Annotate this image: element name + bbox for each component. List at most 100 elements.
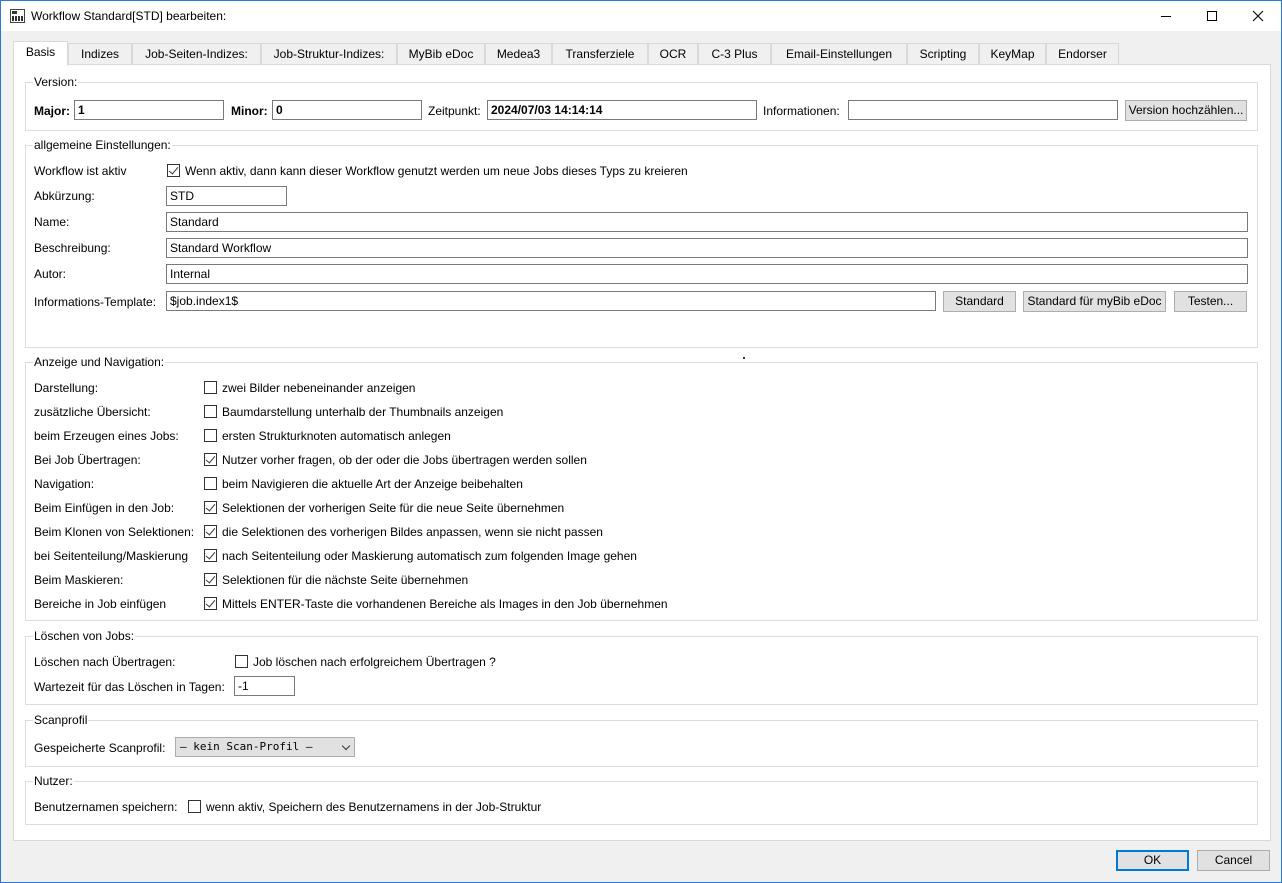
standard-mybib-button[interactable]: Standard für myBib eDoc — [1023, 291, 1166, 312]
display-row-label: Beim Einfügen in den Job: — [34, 501, 175, 515]
info-template-label: Informations-Template: — [34, 295, 157, 309]
display-row-checkbox[interactable] — [204, 549, 217, 562]
info-template-field[interactable]: $job.index1$ — [166, 291, 936, 311]
display-row-label: beim Erzeugen eines Jobs: — [34, 429, 179, 443]
tab-mybib-edoc[interactable]: MyBib eDoc — [397, 43, 485, 65]
standard-button[interactable]: Standard — [943, 291, 1016, 312]
tab-scripting[interactable]: Scripting — [907, 43, 979, 65]
display-row-label: zusätzliche Übersicht: — [34, 405, 151, 419]
minor-label: Minor: — [231, 104, 268, 118]
display-row-checkbox[interactable] — [204, 573, 217, 586]
display-row-text: beim Navigieren die aktuelle Art der Anz… — [222, 477, 523, 491]
tab-basis[interactable]: Basis — [13, 41, 68, 66]
delete-group-label: Löschen von Jobs: — [33, 629, 136, 643]
workflow-active-checkbox[interactable] — [167, 164, 180, 177]
scanprofile-selected: – kein Scan-Profil – — [180, 740, 313, 753]
scanprofile-label: Gespeicherte Scanprofil: — [34, 741, 166, 755]
workflow-active-text: Wenn aktiv, dann kann dieser Workflow ge… — [185, 164, 688, 178]
display-row-text: zwei Bilder nebeneinander anzeigen — [222, 381, 416, 395]
tab-transferziele[interactable]: Transferziele — [552, 43, 648, 65]
name-label: Name: — [34, 215, 70, 229]
display-row-text: Baumdarstellung unterhalb der Thumbnails… — [222, 405, 504, 419]
author-field[interactable]: Internal — [166, 264, 1248, 284]
general-group-label: allgemeine Einstellungen: — [33, 138, 172, 152]
abbreviation-label: Abkürzung: — [34, 189, 95, 203]
display-row-checkbox[interactable] — [204, 405, 217, 418]
user-group-label: Nutzer: — [33, 774, 74, 788]
tab-indizes[interactable]: Indizes — [68, 43, 132, 65]
save-username-checkbox[interactable] — [188, 800, 201, 813]
major-label: Major: — [34, 104, 70, 118]
title-bar: Workflow Standard[STD] bearbeiten: — [1, 1, 1281, 31]
save-username-label: Benutzernamen speichern: — [34, 800, 178, 814]
maximize-button[interactable] — [1189, 1, 1235, 31]
display-row-checkbox[interactable] — [204, 501, 217, 514]
description-label: Beschreibung: — [34, 241, 111, 255]
minor-field[interactable]: 0 — [272, 100, 422, 120]
display-row-text: ersten Strukturknoten automatisch anlege… — [222, 429, 451, 443]
tab-job-seiten-indizes[interactable]: Job-Seiten-Indizes: — [132, 43, 261, 65]
app-icon — [10, 9, 25, 23]
tab-keymap[interactable]: KeyMap — [979, 43, 1046, 65]
display-row-label: Darstellung: — [34, 381, 99, 395]
tab-email-einstellungen[interactable]: Email-Einstellungen — [771, 43, 907, 65]
minimize-button[interactable] — [1143, 1, 1189, 31]
display-row-text: Selektionen der vorherigen Seite für die… — [222, 501, 565, 515]
tab-job-struktur-indizes[interactable]: Job-Struktur-Indizes: — [261, 43, 397, 65]
delete-after-transfer-text: Job löschen nach erfolgreichem Übertrage… — [253, 655, 496, 669]
display-row-checkbox[interactable] — [204, 597, 217, 610]
display-row-label: Beim Klonen von Selektionen: — [34, 525, 195, 539]
tab-c3-plus[interactable]: C-3 Plus — [698, 43, 771, 65]
tab-medea3[interactable]: Medea3 — [485, 43, 552, 65]
chevron-down-icon — [341, 741, 351, 751]
tab-ocr[interactable]: OCR — [648, 43, 698, 65]
close-icon — [1252, 10, 1264, 22]
dialog-window: Workflow Standard[STD] bearbeiten: Basis… — [0, 0, 1282, 883]
display-row-text: nach Seitenteilung oder Maskierung autom… — [222, 549, 637, 563]
version-group-label: Version: — [33, 75, 79, 89]
delete-wait-field[interactable]: -1 — [234, 676, 295, 696]
display-row-checkbox[interactable] — [204, 477, 217, 490]
test-button[interactable]: Testen... — [1174, 291, 1247, 312]
ok-button[interactable]: OK — [1116, 850, 1189, 871]
description-field[interactable]: Standard Workflow — [166, 238, 1248, 258]
abbreviation-field[interactable]: STD — [166, 186, 287, 206]
display-row-text: Nutzer vorher fragen, ob der oder die Jo… — [222, 453, 587, 467]
minimize-icon — [1161, 15, 1171, 17]
delete-after-transfer-checkbox[interactable] — [235, 655, 248, 668]
major-field[interactable]: 1 — [74, 100, 224, 120]
display-row-label: Bereiche in Job einfügen — [34, 597, 167, 611]
maximize-icon — [1207, 11, 1217, 21]
name-field[interactable]: Standard — [166, 212, 1248, 232]
scanprofile-group-label: Scanprofil — [33, 713, 89, 727]
display-group-label: Anzeige und Navigation: — [33, 355, 166, 369]
display-row-text: Mittels ENTER-Taste die vorhandenen Bere… — [222, 597, 668, 611]
delete-group — [25, 636, 1258, 705]
separator-dot — [743, 357, 745, 359]
display-row-checkbox[interactable] — [204, 525, 217, 538]
display-row-checkbox[interactable] — [204, 453, 217, 466]
scanprofile-select[interactable]: – kein Scan-Profil – — [175, 737, 355, 757]
display-row-label: Bei Job Übertragen: — [34, 453, 141, 467]
display-row-text: Selektionen für die nächste Seite überne… — [222, 573, 469, 587]
info-field[interactable] — [848, 100, 1118, 120]
timestamp-field[interactable]: 2024/07/03 14:14:14 — [487, 100, 757, 120]
author-label: Autor: — [34, 267, 67, 281]
display-row-label: Beim Maskieren: — [34, 573, 124, 587]
display-row-text: die Selektionen des vorherigen Bildes an… — [222, 525, 603, 539]
workflow-active-label: Workflow ist aktiv — [34, 164, 127, 178]
cancel-button[interactable]: Cancel — [1197, 850, 1270, 871]
version-increment-button[interactable]: Version hochzählen... — [1125, 100, 1247, 121]
display-row-label: Navigation: — [34, 477, 95, 491]
timestamp-label: Zeitpunkt: — [428, 104, 481, 118]
delete-after-transfer-label: Löschen nach Übertragen: — [34, 655, 176, 669]
save-username-text: wenn aktiv, Speichern des Benutzernamens… — [206, 800, 542, 814]
display-row-label: bei Seitenteilung/Maskierung — [34, 549, 189, 563]
display-row-checkbox[interactable] — [204, 381, 217, 394]
display-row-checkbox[interactable] — [204, 429, 217, 442]
close-button[interactable] — [1235, 1, 1281, 31]
tab-endorser[interactable]: Endorser — [1046, 43, 1119, 65]
delete-wait-label: Wartezeit für das Löschen in Tagen: — [34, 680, 225, 694]
window-title: Workflow Standard[STD] bearbeiten: — [31, 9, 227, 23]
info-label: Informationen: — [763, 104, 840, 118]
